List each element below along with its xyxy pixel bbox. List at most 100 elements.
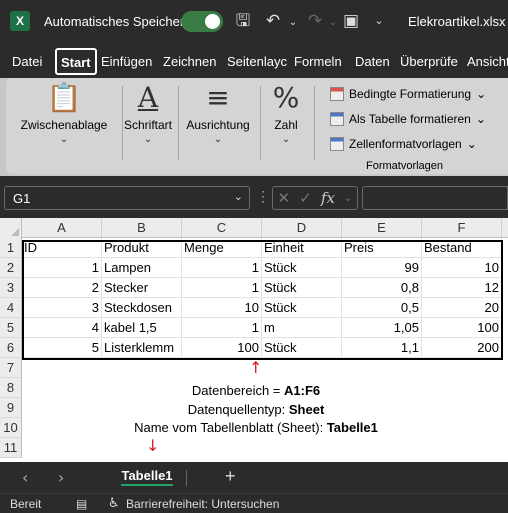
worksheet-grid[interactable]: A B C D E F 1 2 3 4 5 6 7 8 9 10 11 ID P…: [0, 218, 508, 462]
row-header[interactable]: 2: [0, 258, 22, 278]
tab-daten[interactable]: Daten: [355, 54, 390, 69]
row-header[interactable]: 1: [0, 238, 22, 258]
cancel-icon[interactable]: ✕: [278, 189, 291, 207]
table-cell[interactable]: 100: [182, 338, 262, 358]
table-cell[interactable]: Stück: [262, 278, 342, 298]
table-cell[interactable]: Stück: [262, 258, 342, 278]
row-header[interactable]: 3: [0, 278, 22, 298]
format-as-table-button[interactable]: Als Tabelle formatieren ⌄: [330, 112, 486, 126]
column-header[interactable]: D: [262, 218, 342, 238]
table-cell[interactable]: 1: [22, 258, 102, 278]
row-header[interactable]: 11: [0, 438, 22, 458]
table-cell[interactable]: 0,5: [342, 298, 422, 318]
formula-bar: G1 ⌄ ⋮ ✕ ✓ fx ⌄: [0, 176, 508, 218]
table-cell[interactable]: m: [262, 318, 342, 338]
tab-start[interactable]: Start: [55, 48, 97, 75]
accessibility-icon[interactable]: ♿: [108, 496, 120, 511]
column-header[interactable]: F: [422, 218, 502, 238]
table-cell[interactable]: kabel 1,5: [102, 318, 182, 338]
more-icon[interactable]: ⋮: [256, 188, 270, 205]
annotation-data-range: Datenbereich = A1:F6: [22, 383, 490, 398]
column-header[interactable]: C: [182, 218, 262, 238]
table-cell[interactable]: Listerklemm: [102, 338, 182, 358]
table-cell[interactable]: Lampen: [102, 258, 182, 278]
table-cell[interactable]: 2: [22, 278, 102, 298]
undo-dropdown-icon[interactable]: ⌄: [282, 12, 304, 34]
excel-logo-icon: X: [10, 11, 30, 31]
row-header[interactable]: 7: [0, 358, 22, 378]
tab-formeln[interactable]: Formeln: [294, 54, 342, 69]
sheet-tab-bar: ‹ › Tabelle1 +: [0, 462, 508, 493]
row-header[interactable]: 4: [0, 298, 22, 318]
table-cell[interactable]: 20: [422, 298, 502, 318]
chevron-down-icon[interactable]: ⌄: [234, 190, 243, 203]
table-cell[interactable]: 4: [22, 318, 102, 338]
table-cell[interactable]: 200: [422, 338, 502, 358]
tab-datei[interactable]: Datei: [12, 54, 42, 69]
select-all-button[interactable]: [0, 218, 22, 238]
confirm-icon[interactable]: ✓: [299, 189, 312, 207]
accessibility-check-button[interactable]: Barrierefreiheit: Untersuchen: [126, 497, 279, 511]
table-cell[interactable]: 1,1: [342, 338, 422, 358]
row-header[interactable]: 6: [0, 338, 22, 358]
undo-icon[interactable]: ↶: [262, 10, 284, 32]
row-header[interactable]: 5: [0, 318, 22, 338]
table-cell[interactable]: 10: [422, 258, 502, 278]
sheet-tab-tabelle1[interactable]: Tabelle1: [110, 462, 184, 493]
ribbon-divider: [314, 86, 315, 160]
tab-einfuegen[interactable]: Einfügen: [101, 54, 152, 69]
table-cell[interactable]: 0,8: [342, 278, 422, 298]
conditional-formatting-button[interactable]: Bedingte Formatierung ⌄: [330, 87, 486, 101]
table-header-cell[interactable]: Preis: [342, 238, 422, 258]
name-box[interactable]: G1 ⌄: [4, 186, 250, 210]
column-header[interactable]: A: [22, 218, 102, 238]
table-cell[interactable]: Stück: [262, 338, 342, 358]
tab-seitenlayout[interactable]: Seitenlayc: [227, 54, 287, 69]
cell-mode-icon[interactable]: ▤: [76, 497, 87, 511]
table-cell[interactable]: 1: [182, 318, 262, 338]
table-cell[interactable]: 99: [342, 258, 422, 278]
table-cell[interactable]: 1: [182, 278, 262, 298]
formula-input[interactable]: [362, 186, 508, 210]
column-header[interactable]: B: [102, 218, 182, 238]
table-cell[interactable]: 5: [22, 338, 102, 358]
camera-icon[interactable]: ▣: [340, 10, 362, 32]
font-group[interactable]: A Schriftart ⌄: [116, 78, 180, 168]
row-header[interactable]: 9: [0, 398, 22, 418]
table-cell[interactable]: Steckdosen: [102, 298, 182, 318]
table-header-cell[interactable]: Produkt: [102, 238, 182, 258]
prev-sheet-icon[interactable]: ‹: [22, 468, 28, 487]
table-cell[interactable]: 12: [422, 278, 502, 298]
table-cell[interactable]: Stecker: [102, 278, 182, 298]
save-icon[interactable]: 🖫: [232, 10, 254, 32]
tab-zeichnen[interactable]: Zeichnen: [163, 54, 216, 69]
table-cell[interactable]: Stück: [262, 298, 342, 318]
add-sheet-button[interactable]: +: [225, 466, 236, 487]
insert-function-icon[interactable]: fx: [321, 189, 335, 207]
next-sheet-icon[interactable]: ›: [58, 468, 64, 487]
tab-ansicht[interactable]: Ansicht: [467, 54, 508, 69]
clipboard-group[interactable]: 📋 Zwischenablage ⌄: [12, 78, 116, 168]
cell-styles-button[interactable]: Zellenformatvorlagen ⌄: [330, 137, 477, 151]
table-cell[interactable]: 3: [22, 298, 102, 318]
table-icon: [330, 112, 344, 126]
alignment-icon: ≡: [206, 81, 230, 114]
chevron-down-icon[interactable]: ⌄: [344, 193, 352, 204]
table-cell[interactable]: 1: [182, 258, 262, 278]
row-header[interactable]: 8: [0, 378, 22, 398]
table-header-cell[interactable]: Menge: [182, 238, 262, 258]
tab-ueberpruefen[interactable]: Überprüfe: [400, 54, 458, 69]
clipboard-label: Zwischenablage: [20, 118, 108, 132]
table-cell[interactable]: 10: [182, 298, 262, 318]
row-header[interactable]: 10: [0, 418, 22, 438]
customize-dropdown-icon[interactable]: ⌄: [368, 10, 390, 32]
column-header[interactable]: E: [342, 218, 422, 238]
number-group[interactable]: % Zahl ⌄: [264, 78, 308, 168]
table-header-cell[interactable]: ID: [22, 238, 102, 258]
autosave-toggle[interactable]: [181, 11, 223, 32]
alignment-group[interactable]: ≡ Ausrichtung ⌄: [182, 78, 254, 168]
table-header-cell[interactable]: Einheit: [262, 238, 342, 258]
table-cell[interactable]: 100: [422, 318, 502, 338]
table-header-cell[interactable]: Bestand: [422, 238, 502, 258]
table-cell[interactable]: 1,05: [342, 318, 422, 338]
